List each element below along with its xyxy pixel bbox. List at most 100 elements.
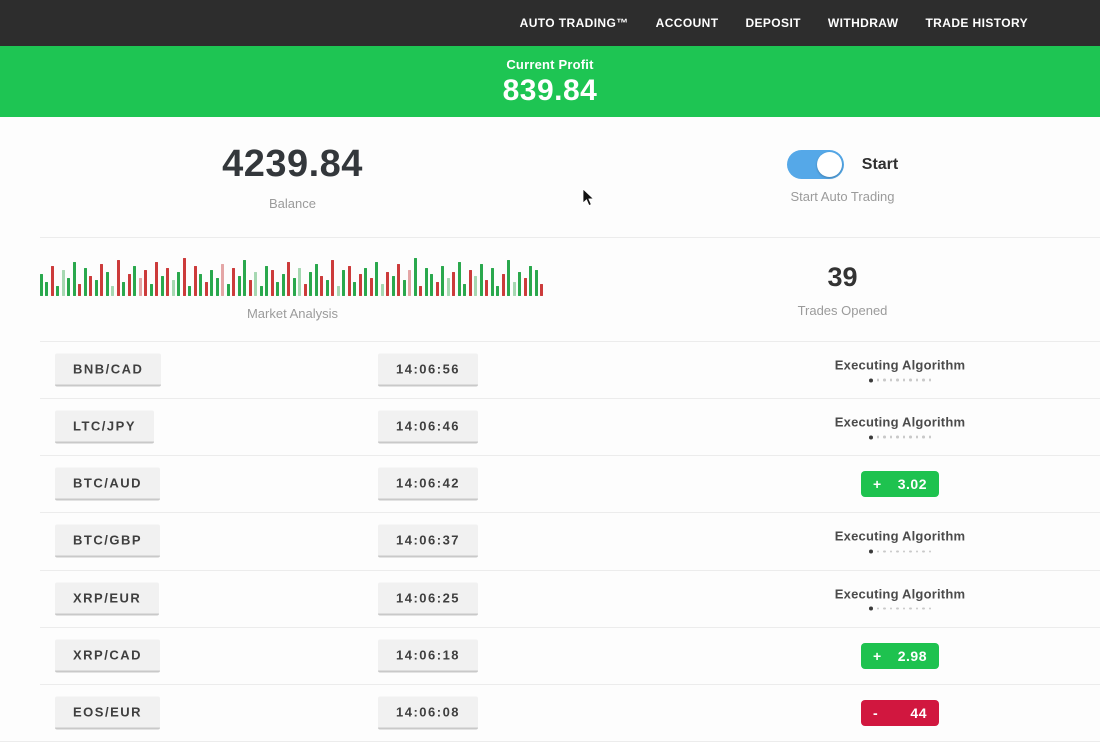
result-sign: + — [873, 476, 882, 492]
market-bar — [238, 276, 241, 296]
market-bar — [502, 274, 505, 296]
trade-row: EOS/EUR 14:06:08 -44 — [0, 684, 1100, 742]
market-bar — [342, 270, 345, 296]
market-bar — [364, 268, 367, 296]
time-chip: 14:06:18 — [378, 639, 478, 672]
progress-dot — [909, 436, 912, 439]
market-bar — [485, 280, 488, 296]
market-bar — [95, 280, 98, 296]
profit-chip: +2.98 — [861, 643, 939, 669]
market-bar — [122, 282, 125, 296]
pair-chip: LTC/JPY — [55, 411, 154, 444]
progress-dot — [903, 436, 906, 439]
market-bar — [375, 262, 378, 296]
nav-item-account[interactable]: ACCOUNT — [656, 16, 719, 30]
market-bar — [353, 282, 356, 296]
market-bar — [315, 264, 318, 296]
executing-algorithm-label: Executing Algorithm — [835, 529, 965, 544]
market-bar — [51, 266, 54, 296]
time-chip: 14:06:42 — [378, 468, 478, 501]
market-bar — [67, 278, 70, 296]
market-bar — [260, 286, 263, 296]
progress-dot — [890, 550, 893, 553]
status-cell: +2.98 — [740, 643, 1060, 669]
pair-chip: BTC/GBP — [55, 525, 160, 558]
market-bar — [205, 282, 208, 296]
progress-dot — [877, 550, 880, 553]
progress-dot — [922, 607, 925, 610]
market-bar — [359, 274, 362, 296]
market-bar — [370, 278, 373, 296]
market-bar — [337, 286, 340, 296]
market-bar — [249, 280, 252, 296]
status-cell: -44 — [740, 700, 1060, 726]
market-analysis-label: Market Analysis — [247, 306, 338, 321]
market-bar — [128, 274, 131, 296]
market-bar — [254, 272, 257, 296]
market-bar — [287, 262, 290, 296]
nav-item-withdraw[interactable]: WITHDRAW — [828, 16, 899, 30]
progress-dot — [883, 550, 886, 553]
progress-dot — [916, 379, 919, 382]
market-bar — [309, 272, 312, 296]
market-bar — [491, 268, 494, 296]
nav-item-trade-history[interactable]: TRADE HISTORY — [925, 16, 1028, 30]
progress-dot — [883, 607, 886, 610]
progress-dots — [867, 549, 934, 554]
nav-item-deposit[interactable]: DEPOSIT — [745, 16, 800, 30]
progress-dot — [869, 607, 873, 611]
progress-dot — [890, 607, 893, 610]
trade-row: XRP/CAD 14:06:18 +2.98 — [0, 627, 1100, 684]
toggle-knob — [817, 152, 842, 177]
status-cell: Executing Algorithm — [740, 415, 1060, 440]
time-chip: 14:06:46 — [378, 411, 478, 444]
result-value: 2.98 — [898, 648, 927, 664]
result-value: 44 — [910, 705, 927, 721]
market-bar — [529, 266, 532, 296]
market-bar — [100, 264, 103, 296]
divider-mask — [0, 455, 40, 456]
market-bar — [469, 270, 472, 296]
loss-chip: -44 — [861, 700, 939, 726]
market-bar — [326, 280, 329, 296]
market-bar — [150, 284, 153, 296]
progress-dot — [929, 550, 932, 553]
market-bar — [507, 260, 510, 296]
market-bar — [232, 268, 235, 296]
market-bar — [62, 270, 65, 296]
trades-opened-label: Trades Opened — [798, 303, 888, 318]
market-bar — [183, 258, 186, 296]
current-profit-banner: Current Profit 839.84 — [0, 46, 1100, 117]
progress-dot — [929, 607, 932, 610]
progress-dot — [869, 435, 873, 439]
market-bar — [111, 286, 114, 296]
result-value: 3.02 — [898, 476, 927, 492]
market-bar — [199, 274, 202, 296]
balance-section: 4239.84 Balance Start Start Auto Trading — [0, 117, 1100, 237]
progress-dot — [922, 379, 925, 382]
auto-trading-toggle[interactable] — [787, 150, 844, 179]
market-bar — [194, 266, 197, 296]
progress-dot — [890, 436, 893, 439]
executing-algorithm-label: Executing Algorithm — [835, 358, 965, 373]
market-bar — [474, 276, 477, 296]
market-bar — [117, 260, 120, 296]
nav-item-auto-trading[interactable]: AUTO TRADING™ — [520, 16, 629, 30]
time-chip: 14:06:08 — [378, 696, 478, 729]
market-bar — [293, 278, 296, 296]
progress-dot — [869, 378, 873, 382]
market-bar — [397, 264, 400, 296]
market-bar — [518, 272, 521, 296]
market-bar — [304, 284, 307, 296]
market-bar — [513, 282, 516, 296]
progress-dot — [877, 436, 880, 439]
market-bar — [216, 278, 219, 296]
market-bar — [441, 266, 444, 296]
pair-chip: BTC/AUD — [55, 468, 160, 501]
market-section: Market Analysis 39 Trades Opened — [0, 238, 1100, 341]
market-bar — [84, 268, 87, 296]
market-bar — [221, 264, 224, 296]
pair-chip: BNB/CAD — [55, 354, 161, 387]
divider-mask — [0, 341, 40, 342]
trade-row: BNB/CAD 14:06:56 Executing Algorithm — [0, 341, 1100, 398]
